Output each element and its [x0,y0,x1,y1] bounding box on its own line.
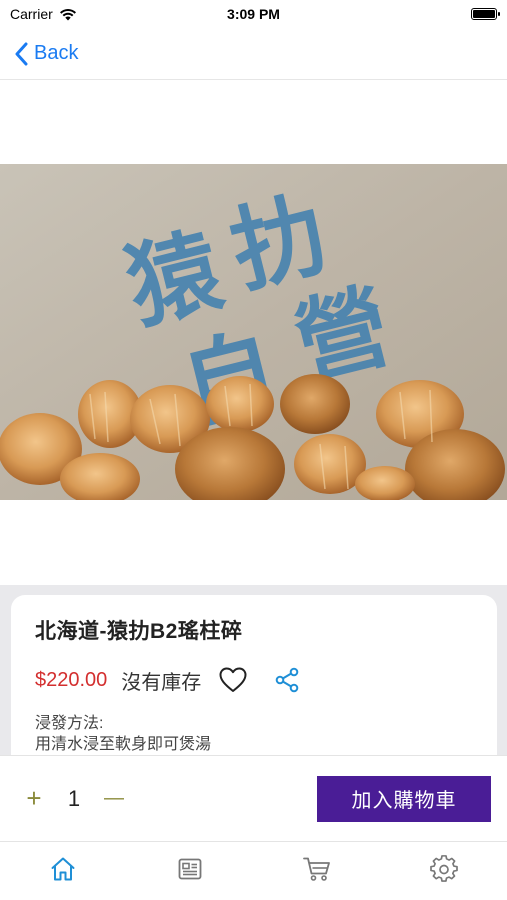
product-photo: 猿 扐 自 營 [0,164,507,500]
product-description: 浸發方法: 用清水浸至軟身即可煲湯 [35,713,473,755]
tab-bar [0,841,507,900]
tab-news[interactable] [127,842,254,900]
decrease-quantity-button[interactable]: — [102,787,126,811]
share-icon [275,667,299,693]
back-label: Back [34,42,79,64]
status-right [327,8,500,20]
product-name: 北海道-猿扐B2瑤柱碎 [35,620,243,643]
share-button[interactable] [273,666,301,694]
tab-settings[interactable] [380,842,507,900]
battery-icon [471,8,500,20]
product-image-area: 猿 扐 自 營 [0,80,507,585]
cart-icon [302,857,330,881]
wifi-icon [59,8,76,20]
gear-icon [429,855,458,882]
product-price: $220.00 [35,668,108,691]
tab-home[interactable] [0,842,127,900]
navigation-bar: Back [0,28,507,80]
increase-quantity-button[interactable]: + [22,783,46,813]
status-bar: Carrier 3:09 PM [0,0,507,28]
add-to-cart-button[interactable]: 加入購物車 [317,775,491,822]
news-icon [178,858,202,880]
quantity-value: 1 [67,785,81,811]
carrier-label: Carrier [10,6,53,22]
cart-action-bar: + 1 — 加入購物車 [0,755,507,841]
favorite-button[interactable] [219,666,247,694]
chevron-left-icon [15,42,28,65]
price-row: $220.00 沒有庫存 [35,665,473,695]
status-time: 3:09 PM [227,6,280,22]
stock-status: 沒有庫存 [121,671,202,694]
home-icon [51,857,75,881]
tab-cart[interactable] [254,842,381,900]
description-line: 用清水浸至軟身即可煲湯 [35,736,212,753]
description-line: 浸發方法: [35,715,104,732]
status-left: Carrier [10,6,180,22]
heart-icon [219,667,247,692]
back-button[interactable]: Back [14,42,78,66]
